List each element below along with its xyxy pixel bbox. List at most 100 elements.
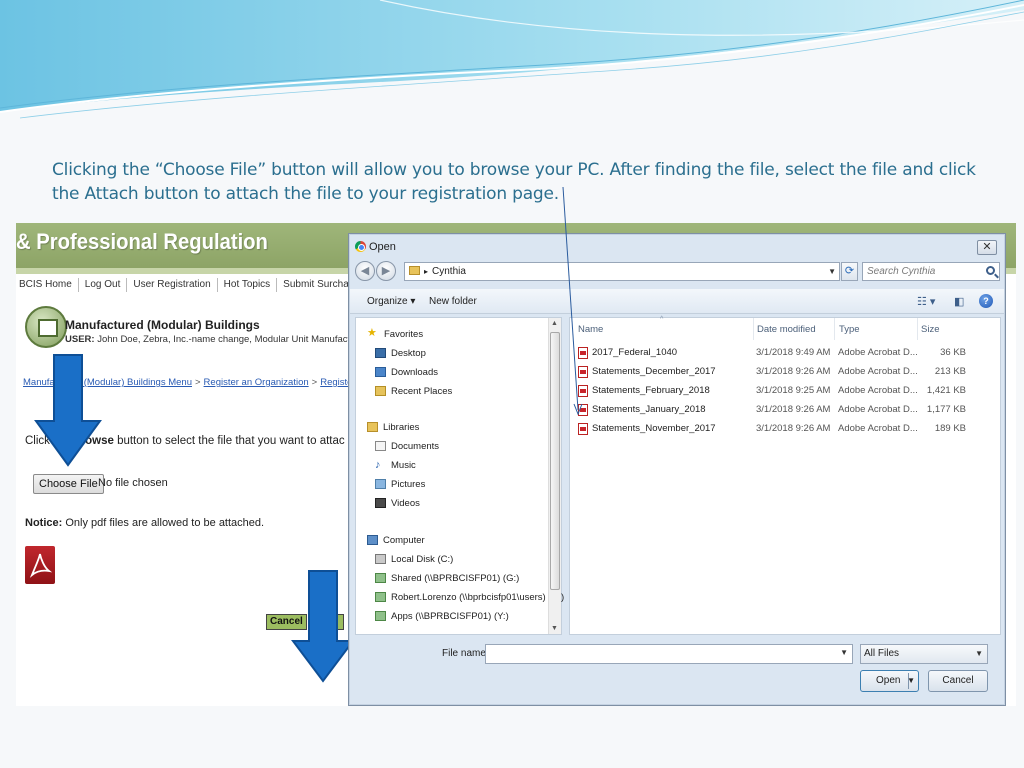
chevron-down-icon[interactable]: ▼ — [828, 263, 836, 280]
nav-hot-topics[interactable]: Hot Topics — [218, 278, 278, 292]
sort-arrow-icon: ^ — [660, 316, 664, 323]
file-date: 3/1/2018 9:26 AM — [756, 423, 831, 434]
file-date: 3/1/2018 9:26 AM — [756, 366, 831, 377]
user-label: USER: — [65, 334, 95, 345]
back-arrow-icon[interactable]: ◀ — [355, 261, 375, 281]
file-type-filter[interactable]: All Files ▼ — [860, 644, 988, 664]
downloads-icon — [375, 367, 386, 377]
close-button[interactable]: ✕ — [977, 240, 997, 255]
pdf-file-icon — [578, 366, 588, 378]
recent-places-icon — [375, 386, 386, 396]
network-drive-icon — [375, 592, 386, 602]
music-icon: ♪ — [375, 459, 381, 471]
file-size: 36 KB — [940, 347, 966, 358]
pictures-icon — [375, 479, 386, 489]
column-name[interactable]: Name — [578, 324, 603, 335]
nav-pane-scrollbar[interactable]: ▲ ▼ — [548, 318, 561, 634]
file-list: ^ Name Date modified Type Size 2017_Fede… — [569, 316, 1001, 635]
chevron-down-icon: ▼ — [975, 649, 983, 658]
choose-file-button[interactable]: Choose File — [33, 474, 104, 494]
pdf-file-icon — [578, 404, 588, 416]
scrollbar-thumb[interactable] — [550, 332, 560, 590]
address-path: Cynthia — [432, 266, 466, 277]
file-row[interactable]: 2017_Federal_1040 3/1/2018 9:49 AM Adobe… — [570, 344, 1000, 362]
file-name: Statements_January_2018 — [592, 404, 706, 415]
organize-menu[interactable]: Organize ▾ — [367, 296, 415, 307]
open-button[interactable]: Open ▼ — [860, 670, 919, 692]
nav-drive-h[interactable]: Robert.Lorenzo (\\bprbcisfp01\users) (H:… — [375, 588, 564, 606]
preview-pane-icon[interactable]: ◧ — [954, 295, 964, 308]
videos-icon — [375, 498, 386, 508]
nav-music[interactable]: ♪ Music — [375, 456, 416, 474]
nav-computer[interactable]: Computer — [367, 531, 425, 549]
file-name-input[interactable]: ▼ — [485, 644, 853, 664]
file-row[interactable]: Statements_December_2017 3/1/2018 9:26 A… — [570, 363, 1000, 381]
refresh-icon[interactable]: ⟳ — [841, 262, 858, 281]
search-input[interactable]: Search Cynthia — [862, 262, 1000, 281]
star-icon: ★ — [367, 327, 377, 339]
nav-desktop[interactable]: Desktop — [375, 344, 426, 362]
no-file-status: No file chosen — [98, 477, 168, 489]
pdf-notice: Notice: Only pdf files are allowed to be… — [25, 517, 264, 529]
network-drive-icon — [375, 611, 386, 621]
scroll-down-icon[interactable]: ▼ — [551, 625, 558, 632]
column-date[interactable]: Date modified — [757, 324, 816, 335]
view-options-icon[interactable]: ☷ ▾ — [917, 295, 935, 308]
column-type[interactable]: Type — [839, 324, 860, 335]
libraries-icon — [367, 422, 378, 432]
nav-videos[interactable]: Videos — [375, 494, 420, 512]
file-type: Adobe Acrobat D... — [838, 423, 918, 434]
file-date: 3/1/2018 9:25 AM — [756, 385, 831, 396]
address-bar[interactable]: ▸ Cynthia ▼ — [404, 262, 840, 281]
file-row[interactable]: Statements_February_2018 3/1/2018 9:25 A… — [570, 382, 1000, 400]
caption-line-1: Clicking the “Choose File” button will a… — [52, 160, 976, 180]
instruction-caption: Clicking the “Choose File” button will a… — [52, 158, 992, 206]
open-label: Open — [876, 675, 901, 686]
network-drive-icon — [375, 573, 386, 583]
scroll-up-icon[interactable]: ▲ — [551, 320, 558, 327]
nav-drive-c[interactable]: Local Disk (C:) — [375, 550, 453, 568]
file-type: Adobe Acrobat D... — [838, 366, 918, 377]
file-type: Adobe Acrobat D... — [838, 404, 918, 415]
nav-bcis-home[interactable]: BCIS Home — [16, 278, 79, 292]
file-row[interactable]: Statements_November_2017 3/1/2018 9:26 A… — [570, 420, 1000, 438]
file-size: 1,177 KB — [926, 404, 966, 415]
nav-downloads[interactable]: Downloads — [375, 363, 438, 381]
nav-log-out[interactable]: Log Out — [79, 278, 128, 292]
search-icon — [986, 266, 995, 275]
column-size[interactable]: Size — [921, 324, 939, 335]
site-banner-title: & Professional Regulation — [16, 229, 268, 254]
file-name: Statements_February_2018 — [592, 385, 710, 396]
nav-documents[interactable]: Documents — [375, 437, 439, 455]
nav-drive-g[interactable]: Shared (\\BPRBCISFP01) (G:) — [375, 569, 519, 587]
file-date: 3/1/2018 9:49 AM — [756, 347, 831, 358]
nav-favorites[interactable]: ★ Favorites — [367, 325, 423, 343]
pdf-file-icon — [578, 423, 588, 435]
dialog-toolbar: Organize ▾ New folder ☷ ▾ ◧ ? — [350, 289, 1004, 314]
file-name-label: File name: — [442, 648, 489, 659]
nav-user-registration[interactable]: User Registration — [127, 278, 218, 292]
notice-text: Only pdf files are allowed to be attache… — [65, 517, 265, 529]
help-icon[interactable]: ? — [979, 294, 993, 308]
nav-recent-places[interactable]: Recent Places — [375, 382, 452, 400]
user-value: John Doe, Zebra, Inc.-name change, Modul… — [97, 334, 368, 345]
chevron-down-icon[interactable]: ▼ — [840, 648, 848, 657]
cancel-button[interactable]: Cancel — [928, 670, 988, 692]
column-divider — [834, 318, 835, 340]
nav-pictures[interactable]: Pictures — [375, 475, 425, 493]
chevron-down-icon[interactable]: ▼ — [907, 671, 915, 691]
nav-drive-y[interactable]: Apps (\\BPRBCISFP01) (Y:) — [375, 607, 509, 625]
filter-value: All Files — [864, 648, 900, 659]
instruction-rest: button to select the file that you want … — [117, 435, 345, 447]
forward-arrow-icon[interactable]: ▶ — [376, 261, 396, 281]
page-heading: Manufactured (Modular) Buildings — [65, 318, 260, 332]
adobe-pdf-icon — [25, 546, 55, 584]
breadcrumb-register-org[interactable]: Register an Organization — [204, 377, 309, 388]
nav-libraries[interactable]: Libraries — [367, 418, 419, 436]
file-name: 2017_Federal_1040 — [592, 347, 678, 358]
file-size: 189 KB — [934, 423, 966, 434]
file-row[interactable]: Statements_January_2018 3/1/2018 9:26 AM… — [570, 401, 1000, 419]
pdf-file-icon — [578, 385, 588, 397]
pane-splitter[interactable] — [564, 317, 568, 635]
new-folder-button[interactable]: New folder — [429, 296, 477, 307]
